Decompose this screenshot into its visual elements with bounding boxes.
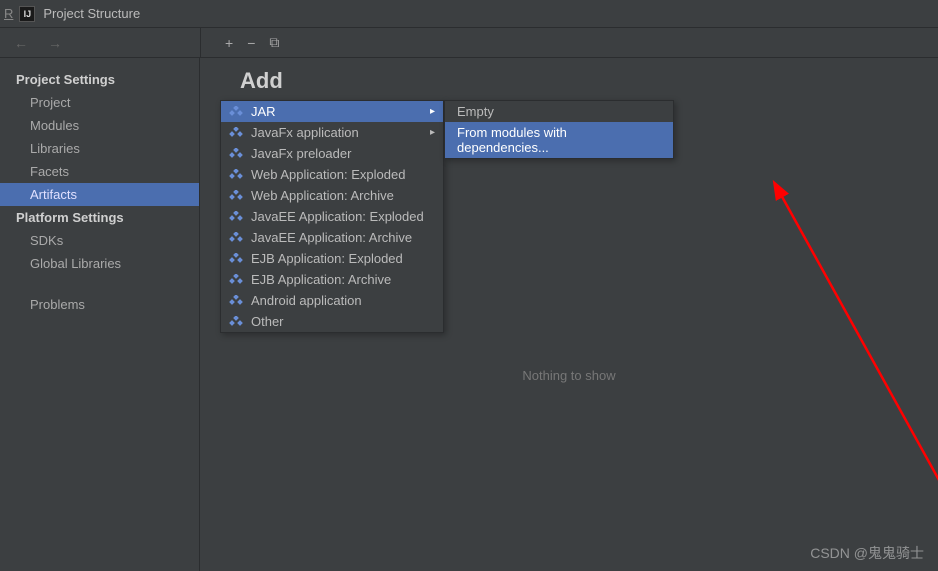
submenu-item-label: From modules with dependencies... — [457, 125, 661, 155]
main-area: Project Settings ProjectModulesLibraries… — [0, 58, 938, 571]
module-icon — [229, 211, 243, 223]
app-icon: IJ — [19, 6, 35, 22]
sidebar-item-artifacts[interactable]: Artifacts — [0, 183, 199, 206]
sidebar: Project Settings ProjectModulesLibraries… — [0, 58, 200, 571]
module-icon — [229, 106, 243, 118]
truncated-char: R — [4, 6, 13, 21]
sidebar-item-project[interactable]: Project — [0, 91, 199, 114]
nav-arrows: ← → — [0, 28, 200, 57]
menu-item-ejb-application-exploded[interactable]: EJB Application: Exploded — [221, 248, 443, 269]
menu-item-label: Other — [251, 314, 284, 329]
artifact-toolbar: + − ⧉ — [200, 28, 938, 57]
module-icon — [229, 295, 243, 307]
menu-item-label: Web Application: Archive — [251, 188, 394, 203]
sidebar-item-global-libraries[interactable]: Global Libraries — [0, 252, 199, 275]
module-icon — [229, 148, 243, 160]
menu-item-label: EJB Application: Exploded — [251, 251, 403, 266]
toolbar-row: ← → + − ⧉ — [0, 28, 938, 58]
menu-item-web-application-archive[interactable]: Web Application: Archive — [221, 185, 443, 206]
submenu-item-from-modules-with-dependencies-[interactable]: From modules with dependencies... — [445, 122, 673, 158]
module-icon — [229, 316, 243, 328]
add-button[interactable]: + — [225, 35, 233, 51]
content-panel: Add JAR ▸ JavaFx application ▸ JavaFx preloa… — [200, 58, 938, 571]
menu-item-ejb-application-archive[interactable]: EJB Application: Archive — [221, 269, 443, 290]
copy-button[interactable]: ⧉ — [269, 34, 279, 51]
menu-item-android-application[interactable]: Android application — [221, 290, 443, 311]
menu-item-label: JavaEE Application: Archive — [251, 230, 412, 245]
sidebar-item-facets[interactable]: Facets — [0, 160, 199, 183]
watermark: CSDN @鬼鬼骑士 — [810, 543, 924, 563]
menu-item-label: Android application — [251, 293, 362, 308]
empty-placeholder: Nothing to show — [200, 368, 938, 383]
menu-item-label: JAR — [251, 104, 276, 119]
jar-submenu[interactable]: Empty From modules with dependencies... — [444, 100, 674, 159]
module-icon — [229, 232, 243, 244]
submenu-arrow-icon: ▸ — [430, 106, 435, 117]
submenu-arrow-icon: ▸ — [430, 127, 435, 138]
window-title: Project Structure — [43, 6, 140, 21]
menu-item-label: EJB Application: Archive — [251, 272, 391, 287]
menu-item-label: JavaFx preloader — [251, 146, 351, 161]
menu-item-web-application-exploded[interactable]: Web Application: Exploded — [221, 164, 443, 185]
menu-item-javafx-preloader[interactable]: JavaFx preloader — [221, 143, 443, 164]
menu-item-label: Web Application: Exploded — [251, 167, 405, 182]
module-icon — [229, 274, 243, 286]
titlebar: R IJ Project Structure — [0, 0, 938, 28]
sidebar-item-modules[interactable]: Modules — [0, 114, 199, 137]
menu-item-javaee-application-exploded[interactable]: JavaEE Application: Exploded — [221, 206, 443, 227]
annotation-arrow — [760, 178, 938, 538]
forward-button[interactable]: → — [48, 35, 62, 51]
menu-item-label: JavaFx application — [251, 125, 359, 140]
menu-item-jar[interactable]: JAR ▸ — [221, 101, 443, 122]
add-heading: Add — [200, 58, 938, 102]
menu-item-label: JavaEE Application: Exploded — [251, 209, 424, 224]
module-icon — [229, 190, 243, 202]
remove-button[interactable]: − — [247, 35, 255, 51]
add-menu[interactable]: JAR ▸ JavaFx application ▸ JavaFx preloader W… — [220, 100, 444, 333]
module-icon — [229, 127, 243, 139]
back-button[interactable]: ← — [14, 35, 28, 51]
sidebar-heading-project: Project Settings — [0, 68, 199, 91]
menu-item-javaee-application-archive[interactable]: JavaEE Application: Archive — [221, 227, 443, 248]
sidebar-item-sdks[interactable]: SDKs — [0, 229, 199, 252]
module-icon — [229, 253, 243, 265]
submenu-item-empty[interactable]: Empty — [445, 101, 673, 122]
sidebar-item-problems[interactable]: Problems — [0, 293, 199, 316]
menu-item-javafx-application[interactable]: JavaFx application ▸ — [221, 122, 443, 143]
submenu-item-label: Empty — [457, 104, 494, 119]
module-icon — [229, 169, 243, 181]
menu-item-other[interactable]: Other — [221, 311, 443, 332]
sidebar-item-libraries[interactable]: Libraries — [0, 137, 199, 160]
sidebar-heading-platform: Platform Settings — [0, 206, 199, 229]
